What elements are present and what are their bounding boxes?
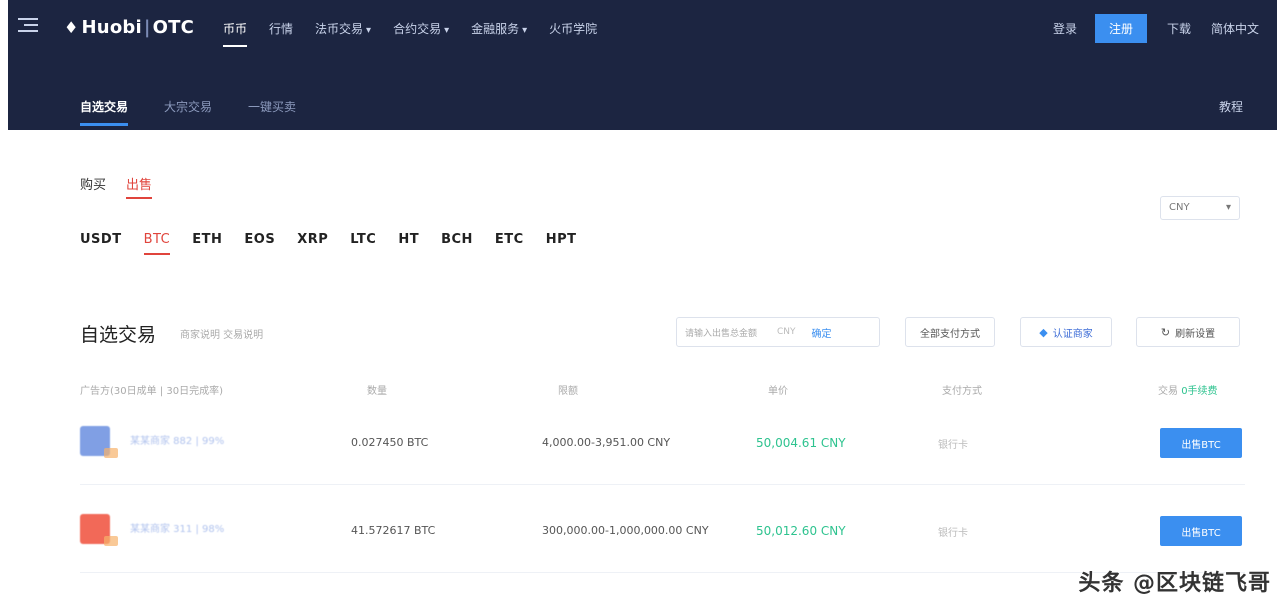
col-payment: 支付方式 xyxy=(942,386,982,397)
col-action: 交易 0手续费 xyxy=(1158,382,1218,397)
menu-icon[interactable] xyxy=(18,18,38,32)
refresh-icon: ↻ xyxy=(1160,325,1171,339)
cell-limit: 4,000.00-3,951.00 CNY xyxy=(542,436,671,449)
merchant-badge xyxy=(104,448,118,458)
merchant-badge xyxy=(104,536,118,546)
merchant-name[interactable]: 某某商家 311 | 98% xyxy=(130,520,224,535)
amount-unit: CNY xyxy=(777,327,796,337)
chevron-down-icon: ▾ xyxy=(366,25,372,36)
currency-value: CNY xyxy=(1169,202,1190,213)
watermark: 头条 @区块链飞哥 xyxy=(1078,571,1271,596)
header-actions: 登录 注册 下载 简体中文 xyxy=(1033,14,1259,43)
payment-filter-select[interactable]: 全部支付方式 xyxy=(905,317,995,347)
section-title: 自选交易 xyxy=(80,324,157,346)
amount-input[interactable]: 请输入出售总金额 CNY 确定 xyxy=(676,317,880,347)
nav-item-label: 币币 xyxy=(223,22,248,36)
nav-item-2[interactable]: 法币交易 ▾ xyxy=(315,20,371,37)
amount-placeholder: 请输入出售总金额 xyxy=(685,328,758,339)
merchant-name[interactable]: 某某商家 882 | 99% xyxy=(130,432,224,447)
col-limit: 限额 xyxy=(558,386,578,397)
col-merchant: 广告方(30日成单 | 30日完成率) xyxy=(80,386,223,397)
subnav-tab-1[interactable]: 大宗交易 xyxy=(164,98,212,115)
currency-select[interactable]: CNY ▾ xyxy=(1160,196,1240,220)
chevron-down-icon: ▾ xyxy=(522,25,528,36)
refresh-label: 刷新设置 xyxy=(1175,328,1216,340)
merchant-filter-label: 认证商家 xyxy=(1052,328,1093,340)
coin-tab[interactable]: HPT xyxy=(546,232,577,247)
row-divider xyxy=(80,572,1245,573)
coin-tab[interactable]: ETH xyxy=(192,232,222,247)
amount-confirm-button[interactable]: 确定 xyxy=(812,325,832,340)
cell-price: 50,012.60 CNY xyxy=(756,524,846,538)
merchant-filter-toggle[interactable]: ◆ 认证商家 xyxy=(1020,317,1112,347)
cell-quantity: 0.027450 BTC xyxy=(351,436,429,449)
coin-tab[interactable]: ETC xyxy=(495,232,524,247)
flame-icon: ♦ xyxy=(64,18,79,37)
logo-sub: OTC xyxy=(152,17,195,38)
sell-btc-button[interactable]: 出售BTC xyxy=(1160,516,1242,546)
section-subtitle[interactable]: 商家说明 交易说明 xyxy=(180,326,263,341)
cell-payment: 银行卡 xyxy=(938,440,968,451)
download-link[interactable]: 下载 xyxy=(1167,20,1191,37)
logo[interactable]: ♦ Huobi | OTC xyxy=(64,17,194,38)
coin-tab[interactable]: XRP xyxy=(297,232,328,247)
subnav-tab-2[interactable]: 一键买卖 xyxy=(248,98,296,115)
cell-quantity: 41.572617 BTC xyxy=(351,524,436,537)
nav-item-3[interactable]: 合约交易 ▾ xyxy=(393,20,449,37)
refresh-settings-button[interactable]: ↻ 刷新设置 xyxy=(1136,317,1240,347)
coin-tab[interactable]: LTC xyxy=(350,232,376,247)
col-action-hint: 0手续费 xyxy=(1181,386,1218,397)
chevron-down-icon: ▾ xyxy=(1225,202,1231,213)
buy-sell-tabs: 购买 出售 xyxy=(80,174,172,199)
nav-item-label: 火币学院 xyxy=(549,22,598,36)
table-row: 某某商家 311 | 98% 41.572617 BTC 300,000.00-1,… xyxy=(72,510,1247,570)
coin-tab[interactable]: USDT xyxy=(80,232,122,247)
nav-item-label: 金融服务 xyxy=(471,22,520,36)
col-quantity: 数量 xyxy=(367,386,387,397)
nav-item-4[interactable]: 金融服务 ▾ xyxy=(471,20,527,37)
col-action-label: 交易 xyxy=(1158,386,1178,397)
coin-tabs: USDT BTC ETH EOS XRP LTC HT BCH ETC HPT xyxy=(80,232,598,255)
sub-nav: 自选交易 大宗交易 一键买卖 xyxy=(80,98,332,126)
nav-item-label: 合约交易 xyxy=(393,22,442,36)
table-header: 广告方(30日成单 | 30日完成率) 数量 限额 单价 支付方式 交易 0手续… xyxy=(80,382,1245,398)
row-divider xyxy=(80,484,1245,485)
nav-item-1[interactable]: 行情 xyxy=(269,20,293,37)
nav-item-0[interactable]: 币币 xyxy=(223,20,248,47)
language-selector[interactable]: 简体中文 xyxy=(1211,20,1259,37)
shield-icon: ◆ xyxy=(1039,325,1048,339)
login-link[interactable]: 登录 xyxy=(1053,20,1077,37)
nav-item-5[interactable]: 火币学院 xyxy=(549,20,597,37)
col-price: 单价 xyxy=(768,386,788,397)
cell-payment: 银行卡 xyxy=(938,528,968,539)
buy-tab[interactable]: 购买 xyxy=(80,174,106,193)
chevron-down-icon: ▾ xyxy=(444,25,450,36)
logo-separator: | xyxy=(143,17,151,38)
nav-item-label: 法币交易 xyxy=(315,22,364,36)
main-nav: 币币 行情 法币交易 ▾ 合约交易 ▾ 金融服务 ▾ 火币学院 xyxy=(223,20,619,47)
coin-tab[interactable]: BTC xyxy=(143,232,171,255)
payment-filter-label: 全部支付方式 xyxy=(920,328,980,340)
top-header: ♦ Huobi | OTC 币币 行情 法币交易 ▾ 合约交易 ▾ 金融服务 ▾ 火币学院 登录… xyxy=(8,0,1277,130)
coin-tab[interactable]: BCH xyxy=(441,232,473,247)
table-row: 某某商家 882 | 99% 0.027450 BTC 4,000.00-3,951… xyxy=(72,422,1247,482)
subnav-tab-0[interactable]: 自选交易 xyxy=(80,98,129,126)
nav-item-label: 行情 xyxy=(269,22,294,36)
coin-tab[interactable]: HT xyxy=(398,232,419,247)
avatar[interactable] xyxy=(80,426,120,466)
cell-limit: 300,000.00-1,000,000.00 CNY xyxy=(542,524,709,537)
sell-btc-button[interactable]: 出售BTC xyxy=(1160,428,1242,458)
tutorial-link[interactable]: 教程 xyxy=(1219,98,1243,115)
avatar[interactable] xyxy=(80,514,120,554)
logo-text: Huobi xyxy=(81,17,142,38)
coin-tab[interactable]: EOS xyxy=(244,232,275,247)
cell-price: 50,004.61 CNY xyxy=(756,436,846,450)
register-button[interactable]: 注册 xyxy=(1094,14,1147,43)
sell-tab[interactable]: 出售 xyxy=(126,174,153,199)
